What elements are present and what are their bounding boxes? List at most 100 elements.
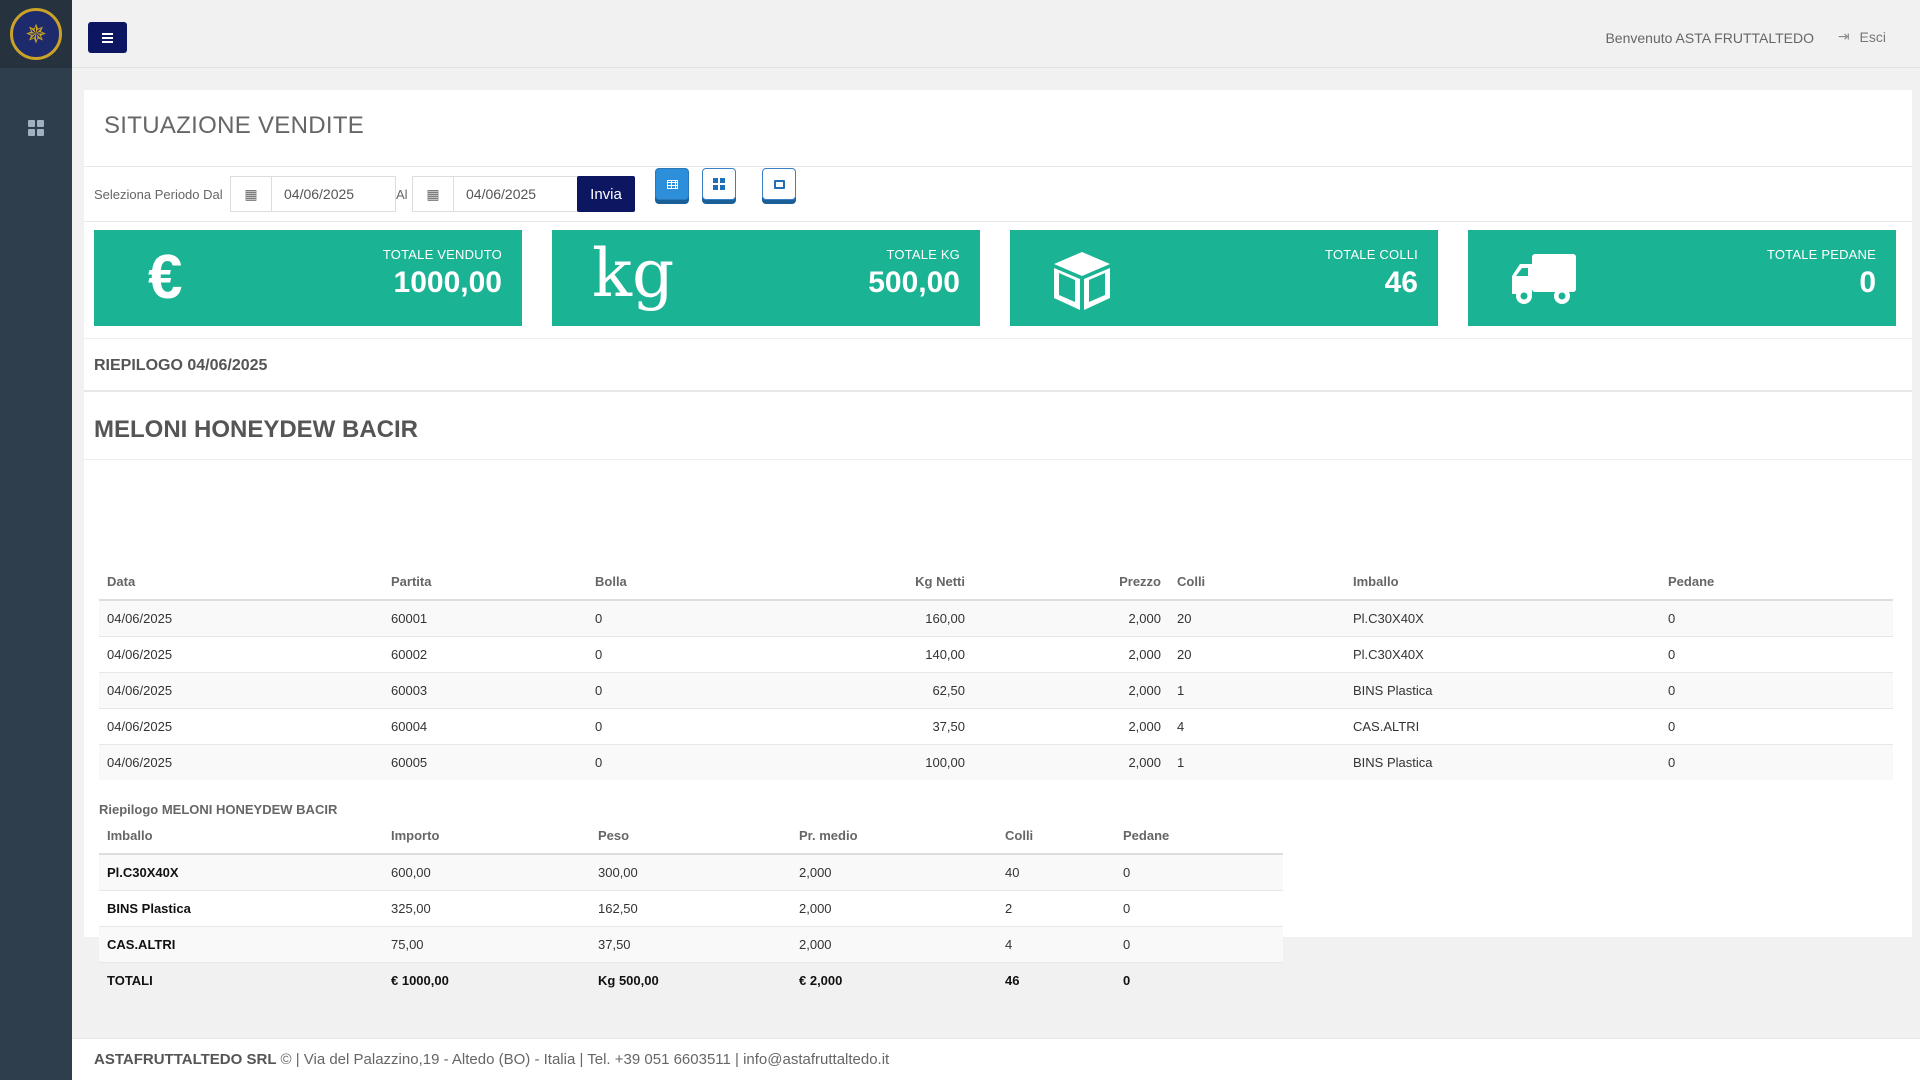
column-header: Prezzo	[973, 564, 1169, 601]
sign-out-icon: ⇥	[1837, 28, 1850, 44]
column-header: Colli	[997, 818, 1115, 855]
cell-prezzo: 2,000	[973, 635, 1169, 672]
hamburger-icon-line	[102, 40, 113, 43]
cell-imballo: Pl.C30X40X	[1345, 599, 1660, 636]
stat-card-total-sold: € TOTALE VENDUTO 1000,00	[94, 230, 522, 326]
sidebar: ✵	[0, 0, 72, 1080]
divider	[84, 459, 1912, 460]
table-row: 04/06/2025 60004 0 37,50 2,000 4 CAS.ALT…	[99, 707, 1893, 744]
cell-data: 04/06/2025	[99, 707, 383, 744]
calendar-icon[interactable]: ▦	[230, 176, 272, 212]
cell-pedane: 0	[1115, 925, 1283, 962]
table-row: BINS Plastica 325,00 162,50 2,000 2 0	[99, 889, 1283, 926]
hamburger-icon	[102, 32, 113, 35]
print-button[interactable]	[762, 168, 796, 200]
cell-importo: 75,00	[383, 925, 590, 962]
cell-data: 04/06/2025	[99, 743, 383, 780]
column-header: Importo	[383, 818, 590, 855]
recap-title: RIEPILOGO 04/06/2025	[94, 357, 268, 374]
truck-icon	[1510, 252, 1578, 313]
kg-icon: kg	[592, 235, 675, 312]
cell-pedane: 0	[1660, 743, 1893, 780]
stat-label: TOTALE KG	[886, 247, 960, 262]
stat-value: 0	[1859, 266, 1876, 299]
column-header: Bolla	[587, 564, 773, 601]
cell-partita: 60004	[383, 707, 587, 744]
cell-colli: 4	[997, 925, 1115, 962]
stat-card-total-colli: TOTALE COLLI 46	[1010, 230, 1438, 326]
cell-importo: 325,00	[383, 889, 590, 926]
hamburger-icon-line	[102, 36, 113, 39]
cell-prezzo: 2,000	[973, 599, 1169, 636]
stat-label: TOTALE VENDUTO	[382, 247, 502, 262]
cell-colli: 40	[997, 853, 1115, 890]
column-header: Imballo	[99, 818, 383, 855]
cell-pedane: 0	[1660, 635, 1893, 672]
table-row: 04/06/2025 60001 0 160,00 2,000 20 Pl.C3…	[99, 599, 1893, 636]
euro-icon: €	[148, 243, 183, 312]
column-header: Pr. medio	[791, 818, 997, 855]
cell-bolla: 0	[587, 635, 773, 672]
main-panel: SITUAZIONE VENDITE Seleziona Periodo Dal…	[84, 90, 1912, 998]
page-title: SITUAZIONE VENDITE	[104, 112, 365, 139]
cell-kg: 62,50	[773, 671, 973, 708]
date-from-input[interactable]	[272, 176, 396, 212]
stat-label: TOTALE COLLI	[1325, 247, 1418, 262]
sidebar-item-dashboard[interactable]	[0, 100, 72, 156]
compass-star-icon: ✵	[25, 19, 47, 49]
stat-value: 500,00	[868, 266, 960, 299]
cell-imballo: CAS.ALTRI	[99, 925, 383, 962]
cell-pedane: 0	[1115, 853, 1283, 890]
cell-colli: 20	[1169, 635, 1345, 672]
grid-view-button[interactable]	[702, 168, 736, 200]
column-header: Data	[99, 564, 383, 601]
stat-label: TOTALE PEDANE	[1766, 247, 1876, 262]
cell-importo: 600,00	[383, 853, 590, 890]
footer-company: ASTAFRUTTALTEDO SRL	[94, 1051, 277, 1068]
table-view-button[interactable]	[655, 168, 689, 200]
period-to-label: Al	[396, 187, 408, 202]
cell-colli: 2	[997, 889, 1115, 926]
menu-toggle-button[interactable]	[88, 22, 127, 53]
dashboard-icon	[28, 120, 44, 136]
logo[interactable]: ✵	[0, 0, 72, 68]
column-header: Partita	[383, 564, 587, 601]
cell-imballo: Pl.C30X40X	[99, 853, 383, 890]
table-row: 04/06/2025 60002 0 140,00 2,000 20 Pl.C3…	[99, 635, 1893, 672]
submit-button[interactable]: Invia	[577, 176, 635, 212]
column-header: Kg Netti	[773, 564, 973, 601]
cell-partita: 60002	[383, 635, 587, 672]
cell-bolla: 0	[587, 599, 773, 636]
summary-table: Imballo Importo Peso Pr. medio Colli Ped…	[99, 818, 1283, 998]
cell-imballo: BINS Plastica	[1345, 671, 1660, 708]
stat-card-total-kg: kg TOTALE KG 500,00	[552, 230, 980, 326]
cell-kg: 140,00	[773, 635, 973, 672]
cell-kg: 100,00	[773, 743, 973, 780]
stat-value: 1000,00	[393, 266, 502, 299]
sales-table: Data Partita Bolla Kg Netti Prezzo Colli…	[99, 564, 1893, 780]
cell-pedane: 0	[1115, 889, 1283, 926]
total-colli: 46	[997, 961, 1115, 998]
cell-imballo: BINS Plastica	[99, 889, 383, 926]
cell-prmedio: 2,000	[791, 925, 997, 962]
cell-pedane: 0	[1660, 671, 1893, 708]
stat-value: 46	[1384, 266, 1418, 299]
logout-label: Esci	[1859, 28, 1886, 45]
cell-kg: 160,00	[773, 599, 973, 636]
logout-link[interactable]: ⇥ Esci	[1838, 28, 1886, 45]
cell-partita: 60003	[383, 671, 587, 708]
table-icon	[666, 179, 678, 189]
grid-icon	[713, 178, 725, 190]
print-icon	[773, 179, 785, 189]
cell-imballo: BINS Plastica	[1345, 743, 1660, 780]
recap-bar: RIEPILOGO 04/06/2025	[84, 338, 1912, 392]
cell-prmedio: 2,000	[791, 889, 997, 926]
cell-peso: 162,50	[590, 889, 791, 926]
footer: ASTAFRUTTALTEDO SRL © | Via del Palazzin…	[72, 1038, 1920, 1080]
date-to-input[interactable]	[454, 176, 578, 212]
cell-pedane: 0	[1660, 707, 1893, 744]
column-header: Colli	[1169, 564, 1345, 601]
date-to-group: ▦	[412, 176, 578, 212]
calendar-icon[interactable]: ▦	[412, 176, 454, 212]
totals-row: TOTALI € 1000,00 Kg 500,00 € 2,000 46 0	[99, 961, 1283, 998]
